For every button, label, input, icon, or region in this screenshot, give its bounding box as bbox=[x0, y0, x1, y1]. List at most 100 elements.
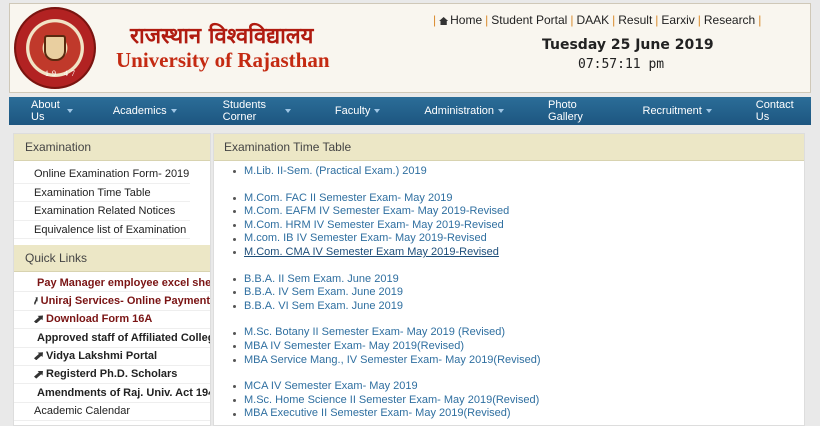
timetable-link[interactable]: M.Sc. Home Science II Semester Exam- May… bbox=[214, 394, 804, 408]
nav-item-about-us[interactable]: About Us bbox=[17, 97, 87, 125]
top-links: | Home | Student Portal | DAAK | Result … bbox=[430, 13, 764, 27]
timetable-group: M.Com. FAC II Semester Exam- May 2019 M.C… bbox=[214, 192, 804, 260]
university-logo[interactable]: 19 47 bbox=[14, 7, 96, 89]
arrow-up-right-icon bbox=[34, 315, 43, 324]
nav-item-photo-gallery[interactable]: Photo Gallery bbox=[534, 97, 612, 125]
quick-link-label: Vidya Lakshmi Portal bbox=[46, 350, 158, 363]
sidebar: Examination Online Examination Form- 201… bbox=[13, 133, 211, 426]
toplink-earxiv[interactable]: Earxiv bbox=[661, 13, 694, 27]
timetable-link-label: M.Com. HRM IV Semester Exam- May 2019-Re… bbox=[244, 218, 504, 231]
bullet-icon bbox=[233, 224, 236, 228]
nav-item-administration[interactable]: Administration bbox=[410, 97, 518, 125]
sidebar-exam-link[interactable]: Examination Time Table bbox=[14, 184, 190, 202]
nav-item-label: Photo Gallery bbox=[548, 99, 583, 123]
home-icon bbox=[439, 17, 449, 25]
timetable-link-label: M.com. IB IV Semester Exam- May 2019-Rev… bbox=[244, 232, 487, 245]
sidebar-exam-link[interactable]: Online Examination Form- 2019 bbox=[14, 165, 190, 184]
nav-item-recruitment[interactable]: Recruitment bbox=[629, 97, 726, 125]
separator: | bbox=[485, 13, 489, 27]
quick-link-item[interactable]: Download Form 16A bbox=[14, 311, 210, 330]
timetable-link[interactable]: M.Com. EAFM IV Semester Exam- May 2019-R… bbox=[214, 205, 804, 219]
separator: | bbox=[655, 13, 659, 27]
nav-item-students-corner[interactable]: Students Corner bbox=[209, 97, 305, 125]
bullet-icon bbox=[233, 210, 236, 214]
quick-link-item[interactable]: Vidya Lakshmi Portal bbox=[14, 348, 210, 366]
main-nav: About Us Academics Students Corner Faculty A… bbox=[9, 97, 811, 125]
quick-links: Pay Manager employee excel sheet Uniraj S… bbox=[14, 272, 211, 422]
timetable-link-label: B.B.A. II Sem Exam. June 2019 bbox=[244, 272, 399, 285]
timetable-group: M.Lib. II-Sem. (Practical Exam.) 2019 bbox=[214, 165, 804, 179]
quick-link-item[interactable]: Pay Manager employee excel sheet bbox=[14, 274, 210, 293]
separator: | bbox=[570, 13, 574, 27]
toplink-research[interactable]: Research bbox=[704, 13, 755, 27]
timetable-link-label: M.Lib. II-Sem. (Practical Exam.) 2019 bbox=[244, 165, 427, 177]
nav-item-label: About Us bbox=[31, 99, 60, 123]
quick-link-item[interactable]: Amendments of Raj. Univ. Act 1947 bbox=[14, 384, 211, 403]
bullet-icon bbox=[233, 196, 236, 200]
nav-item-label: Students Corner bbox=[222, 99, 267, 123]
separator: | bbox=[758, 13, 762, 27]
toplink-home[interactable]: Home bbox=[439, 13, 482, 27]
timetable-link-label: B.B.A. IV Sem Exam. June 2019 bbox=[244, 286, 403, 299]
page-title: Examination Time Table bbox=[214, 134, 804, 161]
sidebar-exam-link[interactable]: Equivalence list of Examination bbox=[14, 221, 190, 239]
timetable-link-label: B.B.A. VI Sem Exam. June 2019 bbox=[244, 299, 403, 312]
nav-item-contact-us[interactable]: Contact Us bbox=[742, 97, 811, 125]
timetable-link[interactable]: B.B.A. IV Sem Exam. June 2019 bbox=[214, 286, 804, 300]
timetable-link[interactable]: M.com. IB IV Semester Exam- May 2019-Rev… bbox=[214, 232, 804, 246]
sidebar-exam-heading: Examination bbox=[14, 134, 210, 161]
nav-item-label: Recruitment bbox=[642, 105, 702, 117]
chevron-down-icon bbox=[705, 109, 712, 113]
chevron-down-icon bbox=[374, 109, 381, 113]
bullet-icon bbox=[233, 305, 236, 309]
timetable-link-label: MBA Service Mang., IV Semester Exam- May… bbox=[244, 353, 541, 366]
bullet-icon bbox=[233, 345, 236, 349]
quick-link-item[interactable]: Uniraj Services- Online Payment bbox=[14, 292, 210, 311]
quick-link-label: Amendments of Raj. Univ. Act 1947 bbox=[37, 386, 211, 399]
site-title-hindi: राजस्थान विश्वविद्यालय bbox=[130, 23, 314, 49]
timetable-link[interactable]: M.Com. FAC II Semester Exam- May 2019 bbox=[214, 192, 804, 206]
bullet-icon bbox=[233, 251, 236, 255]
current-date: Tuesday 25 June 2019 bbox=[542, 37, 714, 53]
nav-item-label: Contact Us bbox=[755, 99, 794, 123]
timetable-link-label: M.Com. CMA IV Semester Exam May 2019-Rev… bbox=[244, 245, 499, 258]
quick-link-item[interactable]: Registerd Ph.D. Scholars bbox=[14, 366, 210, 385]
quick-link-item[interactable]: Approved staff of Affiliated Colleges bbox=[14, 329, 210, 348]
sidebar-quick-links-heading: Quick Links bbox=[14, 245, 210, 272]
logo-emblem-icon bbox=[44, 35, 66, 61]
separator: | bbox=[697, 13, 701, 27]
timetable-link[interactable]: MCA IV Semester Exam- May 2019 bbox=[214, 380, 804, 394]
quick-link-item[interactable]: Academic Calendar bbox=[14, 403, 210, 422]
timetable-link[interactable]: MBA Service Mang., IV Semester Exam- May… bbox=[214, 354, 804, 368]
bullet-icon bbox=[233, 331, 236, 335]
nav-item-faculty[interactable]: Faculty bbox=[321, 97, 394, 125]
timetable-link[interactable]: M.Com. HRM IV Semester Exam- May 2019-Re… bbox=[214, 219, 804, 233]
timetable-link[interactable]: MBA Executive II Semester Exam- May 2019… bbox=[214, 407, 804, 421]
timetable-link-label: M.Sc. Botany II Semester Exam- May 2019 … bbox=[244, 326, 506, 339]
timetable-group: MCA IV Semester Exam- May 2019 M.Sc. Home… bbox=[214, 380, 804, 421]
bullet-icon bbox=[233, 358, 236, 362]
timetable-link[interactable]: M.Com. CMA IV Semester Exam May 2019-Rev… bbox=[214, 246, 804, 260]
separator: | bbox=[612, 13, 616, 27]
chevron-down-icon bbox=[498, 109, 505, 113]
exam-links: Online Examination Form- 2019 Examination… bbox=[14, 161, 210, 245]
timetable-link[interactable]: B.B.A. VI Sem Exam. June 2019 bbox=[214, 300, 804, 314]
quick-link-label: Registerd Ph.D. Scholars bbox=[46, 368, 178, 381]
toplink-daak[interactable]: DAAK bbox=[576, 13, 609, 27]
toplink-result[interactable]: Result bbox=[618, 13, 652, 27]
timetable-group: B.B.A. II Sem Exam. June 2019 B.B.A. IV S… bbox=[214, 273, 804, 314]
quick-link-label: Academic Calendar bbox=[34, 405, 130, 418]
toplink-student-portal[interactable]: Student Portal bbox=[491, 13, 567, 27]
timetable-link[interactable]: M.Lib. II-Sem. (Practical Exam.) 2019 bbox=[214, 165, 804, 179]
sidebar-exam-link[interactable]: Examination Related Notices bbox=[14, 202, 190, 221]
arrow-up-right-icon bbox=[34, 352, 43, 361]
timetable-link-label: M.Com. EAFM IV Semester Exam- May 2019-R… bbox=[244, 205, 510, 218]
timetable-link[interactable]: B.B.A. II Sem Exam. June 2019 bbox=[214, 273, 804, 287]
nav-item-label: Academics bbox=[112, 105, 167, 117]
timetable-link-label: MCA IV Semester Exam- May 2019 bbox=[244, 380, 418, 393]
nav-item-academics[interactable]: Academics bbox=[99, 97, 191, 125]
separator: | bbox=[433, 13, 437, 27]
quick-link-label: Uniraj Services- Online Payment bbox=[40, 294, 210, 307]
timetable-link[interactable]: M.Sc. Botany II Semester Exam- May 2019 … bbox=[214, 326, 804, 340]
timetable-link[interactable]: MBA IV Semester Exam- May 2019(Revised) bbox=[214, 340, 804, 354]
